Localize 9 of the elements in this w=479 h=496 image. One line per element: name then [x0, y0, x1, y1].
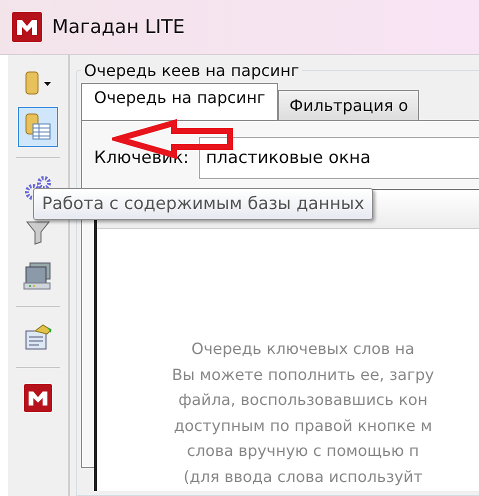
window-title: Магадан LITE: [52, 16, 185, 38]
empty-message-line: доступным по правой кнопке м: [174, 416, 432, 437]
tooltip: Работа с содержимым базы данных: [33, 188, 374, 220]
empty-message-line: (для ввода слова используйт: [183, 466, 423, 488]
group-title: Очередь кеев на парсинг: [83, 61, 300, 80]
empty-message-line: Вы можете пополнить ее, загру: [172, 364, 434, 386]
empty-message-line: Очередь ключевых слов на: [191, 339, 415, 360]
empty-message-line: файла, воспользовавшись кон: [178, 390, 428, 412]
empty-message-line: слова вручную с помощью п: [186, 441, 420, 462]
